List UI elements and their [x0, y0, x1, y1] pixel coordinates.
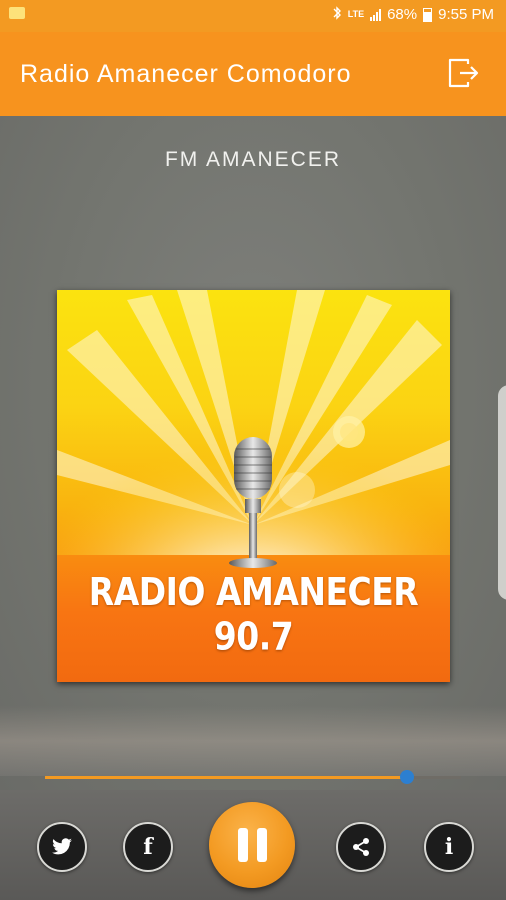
status-time: 9:55 PM [438, 6, 494, 23]
battery-icon [423, 7, 433, 22]
info-icon: i [444, 834, 454, 860]
progress-fill [45, 776, 407, 779]
twitter-button[interactable] [37, 822, 87, 872]
lte-icon: LTE [347, 9, 365, 19]
battery-percent: 68% [387, 6, 418, 23]
playback-progress[interactable] [45, 770, 461, 784]
share-button[interactable] [336, 822, 386, 872]
status-indicators: LTE 68% 9:55 PM [332, 6, 494, 23]
facebook-button[interactable]: f [123, 822, 173, 872]
microphone-icon [229, 437, 277, 568]
pause-icon [237, 828, 267, 862]
app-title: Radio Amanecer Comodoro [20, 60, 352, 88]
info-button[interactable]: i [424, 822, 474, 872]
status-bar: LTE 68% 9:55 PM [0, 0, 506, 32]
light-orb-2 [279, 472, 315, 508]
exit-icon[interactable] [446, 56, 480, 90]
station-artwork: RADIO AMANECER 90.7 [57, 290, 450, 682]
station-name: FM AMANECER [164, 148, 341, 171]
share-icon [353, 838, 369, 856]
bluetooth-icon [332, 6, 342, 23]
blurred-background [0, 706, 506, 776]
facebook-icon: f [143, 834, 153, 860]
notification-icon [9, 7, 25, 19]
artwork-title: RADIO AMANECER 90.7 [88, 569, 419, 659]
signal-icon [370, 8, 382, 21]
twitter-icon [52, 838, 72, 855]
edge-panel-handle[interactable] [498, 385, 506, 600]
app-bar: Radio Amanecer Comodoro [0, 32, 506, 116]
progress-knob[interactable] [399, 770, 414, 784]
pause-button[interactable] [209, 802, 295, 888]
